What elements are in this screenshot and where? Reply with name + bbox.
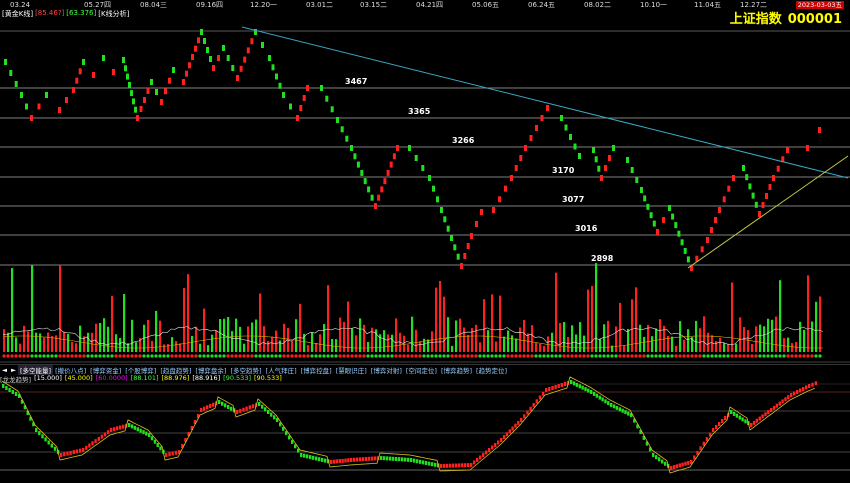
level-label: 3016	[575, 224, 598, 233]
indicator-value: [88.916]	[192, 374, 221, 382]
level-label: 3077	[562, 195, 585, 204]
level-label: 3266	[452, 136, 475, 145]
index-name: 上证指数	[729, 12, 782, 27]
grid-lines	[0, 30, 850, 363]
toolbar-item[interactable]: [慧眼识庄]	[334, 365, 369, 375]
level-label: 3170	[552, 166, 575, 175]
toolbar-right-arrow[interactable]: ►	[9, 366, 18, 374]
indicator-value: [88.976]	[161, 374, 190, 382]
index-code: 000001	[787, 12, 842, 27]
header-item: [K线分析]	[98, 10, 130, 18]
level-label: 2898	[591, 254, 614, 263]
date-label: 03.15二	[360, 1, 388, 9]
oscillator-panel	[0, 376, 850, 474]
date-label: 05.27四	[84, 1, 112, 9]
toolbar-item[interactable]: [博弈趋势]	[439, 365, 474, 375]
date-label: 05.06五	[472, 1, 500, 9]
indicator-value: [15.000]	[34, 374, 62, 382]
volume-bars	[2, 263, 824, 358]
indicator-header: [龙龙趋势] [15.000] [45.000] [60.0000] [88.101][…	[0, 374, 282, 384]
toolbar-left-arrow[interactable]: ◄	[0, 366, 9, 374]
indicator-value: [88.101]	[130, 374, 159, 382]
chart-frame[interactable]	[0, 0, 850, 483]
indicator-value: [90.533]	[254, 374, 282, 382]
date-label: 10.10一	[640, 1, 668, 9]
header-left: [黄金K线] [85.46?] [63.376] [K线分析]	[2, 9, 129, 19]
date-label: 09.16四	[196, 1, 224, 9]
toolbar-item[interactable]: [趋势定位]	[474, 365, 509, 375]
index-title: 上证指数 000001	[730, 8, 842, 27]
trend-lines	[241, 26, 849, 269]
date-label: 08.04三	[140, 1, 168, 9]
date-label: 06.24五	[528, 1, 556, 9]
date-label: 11.04五	[694, 1, 722, 9]
level-label: 3365	[408, 107, 431, 116]
indicator-value: [60.0000]	[95, 374, 128, 382]
level-label: 3467	[345, 77, 368, 86]
date-label: 04.21四	[416, 1, 444, 9]
indicator-value: [45.000]	[64, 374, 93, 382]
header-item: [黄金K线]	[2, 10, 34, 18]
toolbar-item[interactable]: [博弈控盘]	[299, 365, 334, 375]
toolbar-item[interactable]: [空间定位]	[404, 365, 439, 375]
date-label: 03.01二	[306, 1, 334, 9]
date-label: 12.27二	[740, 1, 768, 9]
date-label: 08.02二	[584, 1, 612, 9]
header-item: [63.376]	[66, 9, 97, 17]
date-label: 12.20一	[250, 1, 278, 9]
indicator-value: [90.533]	[223, 374, 251, 382]
header-item: [85.46?]	[35, 9, 65, 17]
indicator-value: [龙龙趋势]	[0, 376, 32, 384]
toolbar-item[interactable]: [博弈对射]	[369, 365, 404, 375]
date-label: 03.24	[10, 1, 31, 9]
